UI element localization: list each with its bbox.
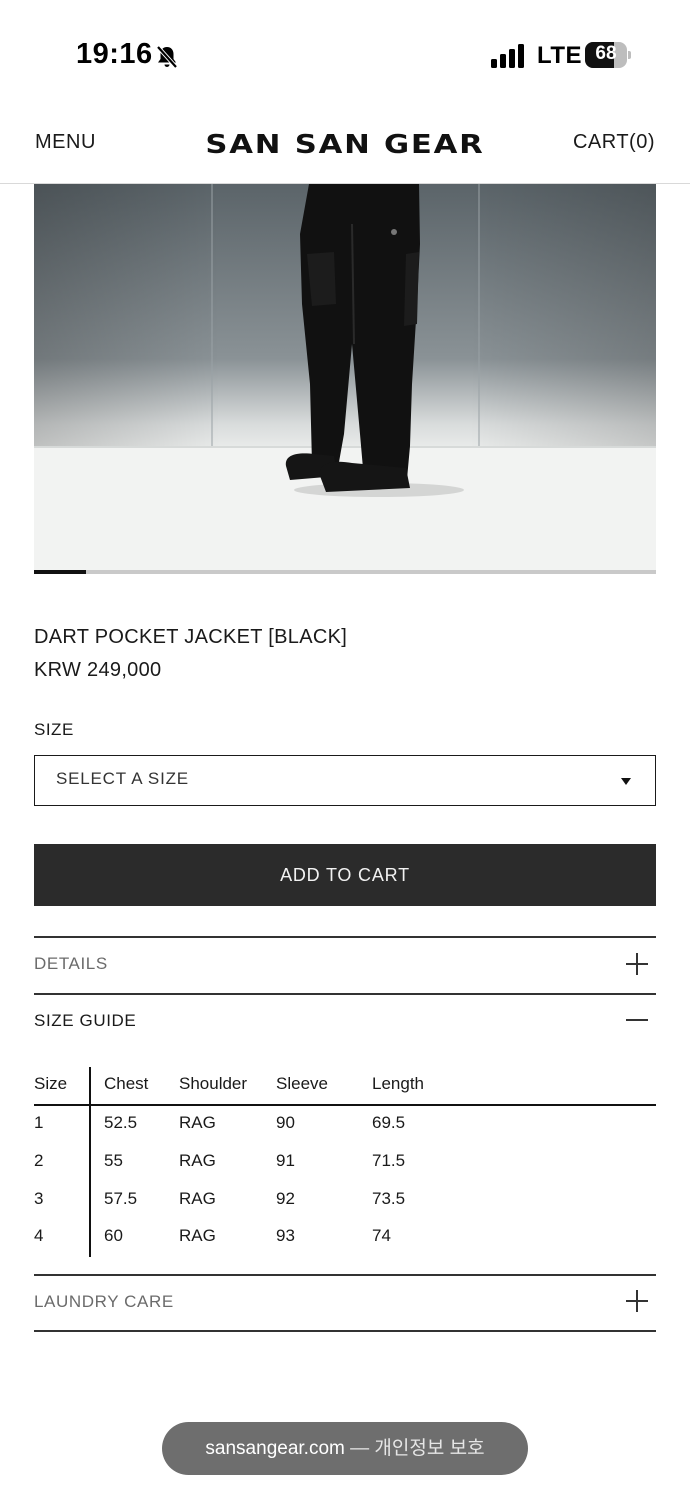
url-privacy-label: 개인정보 보호 <box>374 1438 485 1459</box>
divider <box>34 1330 656 1332</box>
table-cell: 91 <box>276 1151 295 1170</box>
table-cell: 4 <box>34 1226 44 1245</box>
product-photo <box>34 184 656 572</box>
caret-down-icon <box>621 778 631 785</box>
url-separator: — <box>344 1438 375 1459</box>
size-select-placeholder: SELECT A SIZE <box>56 769 189 788</box>
menu-button[interactable]: MENU <box>35 131 96 154</box>
bell-muted-icon <box>156 45 178 69</box>
table-header-cell: Shoulder <box>179 1074 248 1093</box>
product-image[interactable] <box>34 184 656 572</box>
table-cell: 93 <box>276 1226 295 1245</box>
table-header-cell: Length <box>372 1074 424 1093</box>
table-cell: 90 <box>276 1113 295 1132</box>
gallery-progress-bar <box>34 570 656 574</box>
status-bar: 19:16 LTE 68 <box>0 0 690 110</box>
table-header-cell: Size <box>34 1074 68 1093</box>
site-header: MENU SAN SAN GEAR CART(0) <box>0 110 690 184</box>
details-accordion-toggle[interactable]: DETAILS <box>34 954 108 974</box>
minus-icon[interactable] <box>626 1009 648 1031</box>
size-guide-accordion-toggle[interactable]: SIZE GUIDE <box>34 1011 136 1031</box>
url-domain: sansangear.com <box>205 1438 345 1459</box>
table-cell: 60 <box>104 1226 123 1245</box>
plus-icon[interactable] <box>626 953 648 975</box>
size-label: SIZE <box>34 720 74 739</box>
table-cell: 71.5 <box>372 1151 406 1170</box>
table-cell: 73.5 <box>372 1189 406 1208</box>
table-cell: 55 <box>104 1151 123 1170</box>
plus-icon[interactable] <box>626 1290 648 1312</box>
table-header-cell: Chest <box>104 1074 149 1093</box>
battery-percent: 68 <box>595 43 617 64</box>
status-time: 19:16 <box>76 38 153 70</box>
browser-url-pill[interactable]: sansangear.com — 개인정보 보호 <box>162 1422 528 1475</box>
add-to-cart-button[interactable]: ADD TO CART <box>34 844 656 906</box>
table-cell: 92 <box>276 1189 295 1208</box>
cellular-signal-icon <box>491 44 524 68</box>
table-cell: 52.5 <box>104 1113 138 1132</box>
table-cell: RAG <box>179 1151 216 1170</box>
laundry-care-accordion-toggle[interactable]: LAUNDRY CARE <box>34 1292 174 1312</box>
table-header-cell: Sleeve <box>276 1074 328 1093</box>
table-vertical-line <box>89 1067 91 1257</box>
table-cell: RAG <box>179 1113 216 1132</box>
product-price: KRW 249,000 <box>34 659 162 681</box>
brand-logo[interactable]: SAN SAN GEAR <box>162 130 528 160</box>
table-cell: 2 <box>34 1151 44 1170</box>
table-cell: 57.5 <box>104 1189 138 1208</box>
product-title: DART POCKET JACKET [BLACK] <box>34 626 348 648</box>
table-header-line <box>34 1104 656 1106</box>
table-cell: 74 <box>372 1226 391 1245</box>
divider <box>34 993 656 995</box>
table-cell: 69.5 <box>372 1113 406 1132</box>
table-cell: RAG <box>179 1189 216 1208</box>
size-select[interactable]: SELECT A SIZE <box>34 755 656 806</box>
divider <box>34 936 656 938</box>
table-cell: 1 <box>34 1113 44 1132</box>
network-type: LTE <box>537 42 583 69</box>
divider <box>34 1274 656 1276</box>
cart-button[interactable]: CART(0) <box>573 131 655 154</box>
gallery-progress-fill <box>34 570 86 574</box>
table-cell: 3 <box>34 1189 44 1208</box>
battery-icon: 68 <box>585 42 631 68</box>
table-cell: RAG <box>179 1226 216 1245</box>
